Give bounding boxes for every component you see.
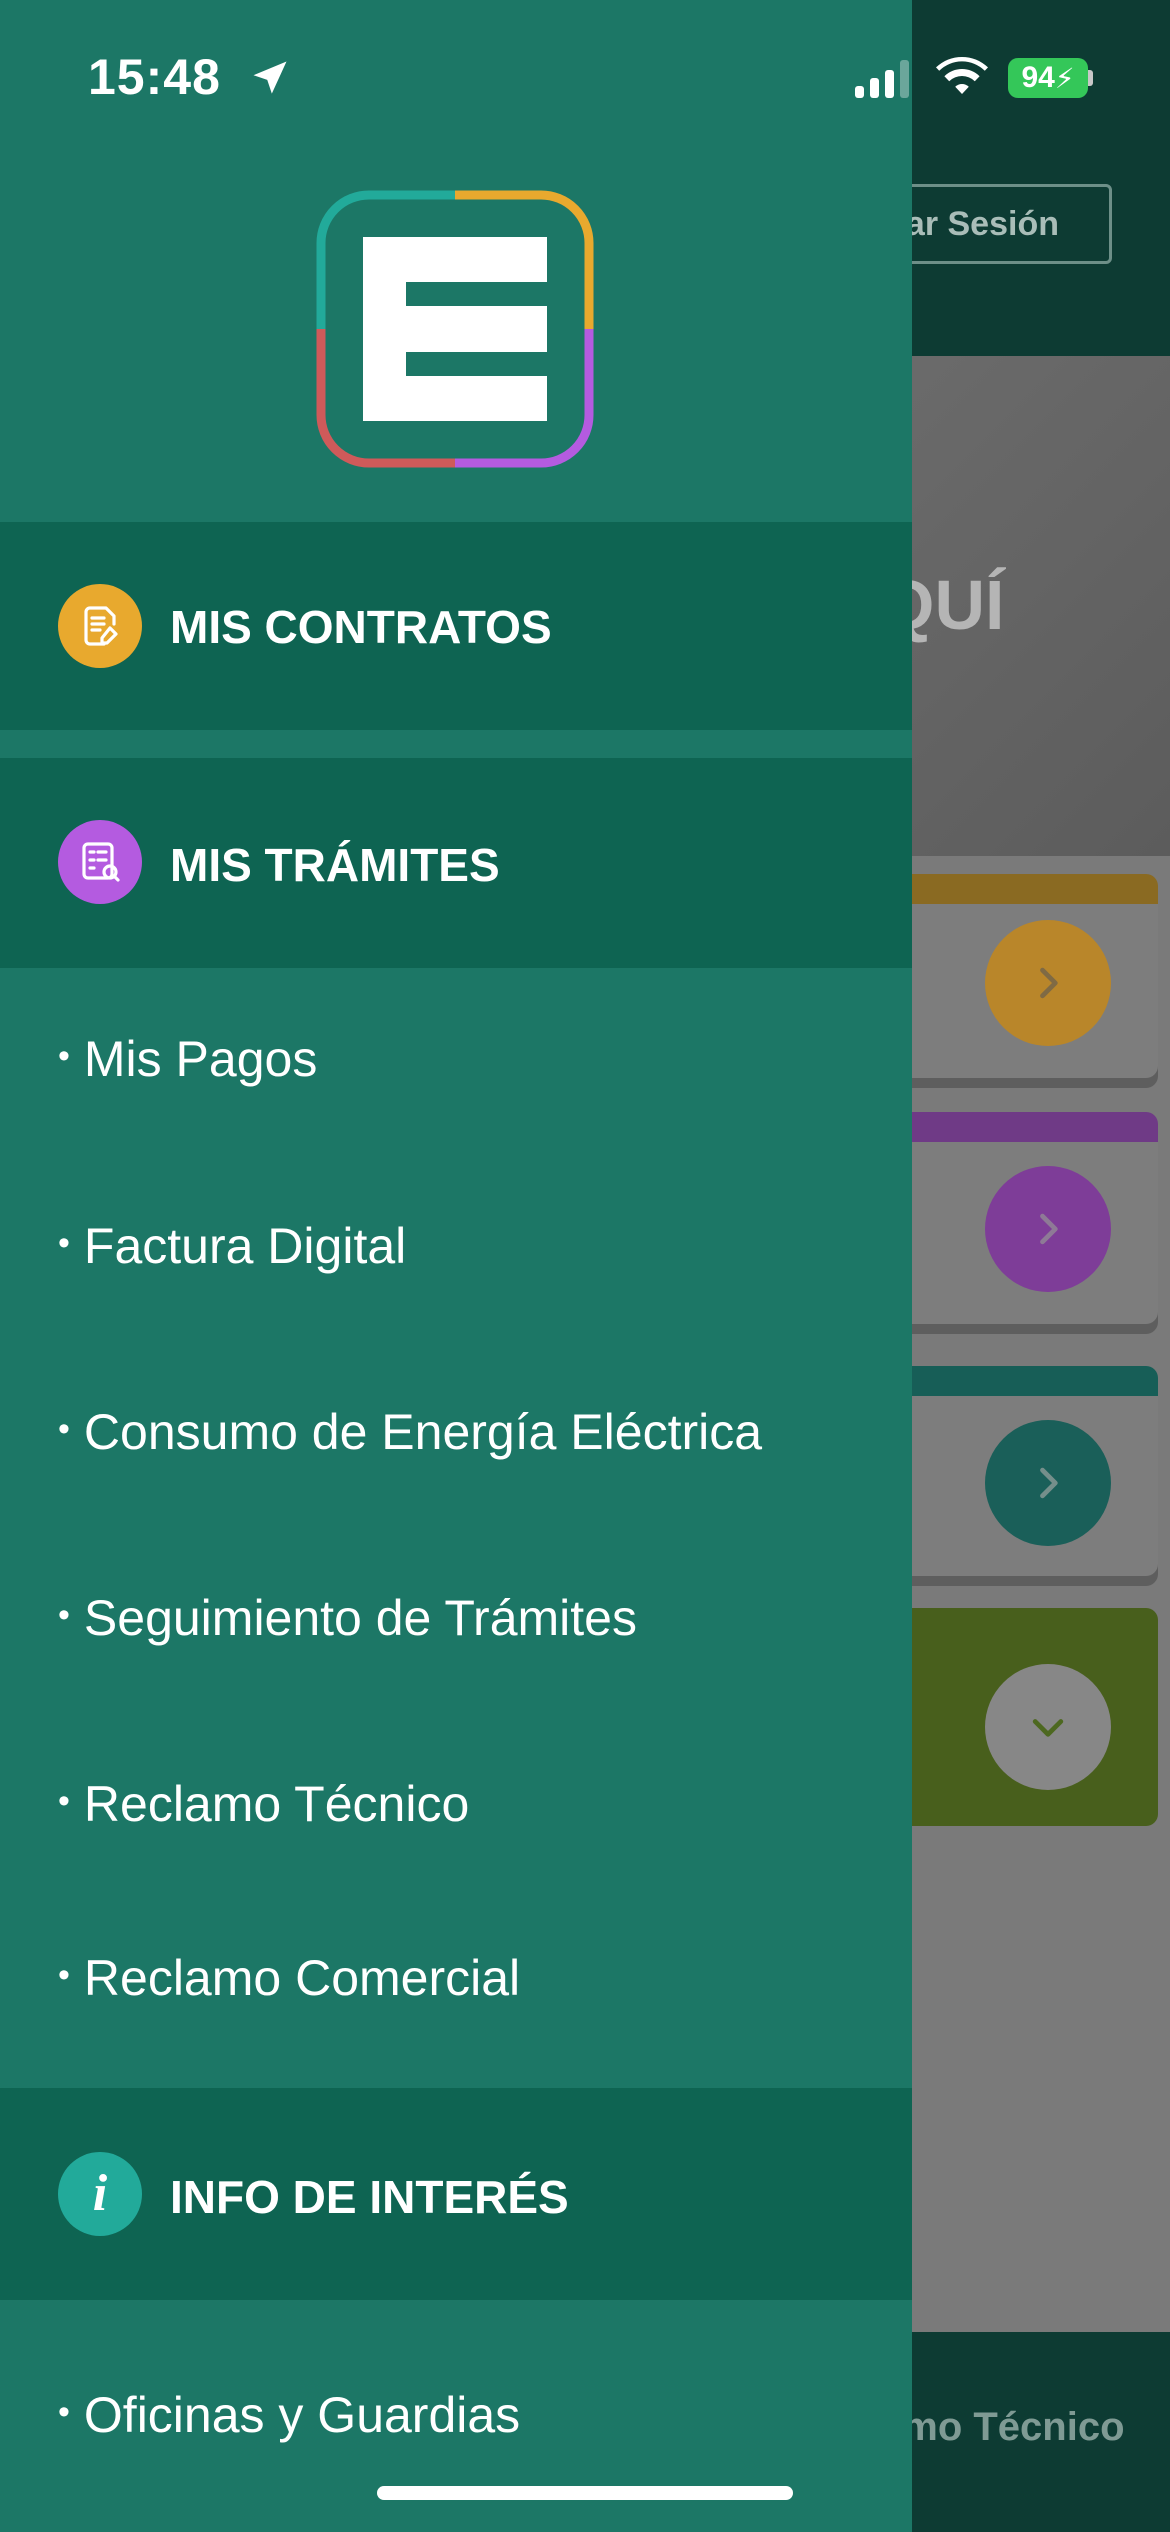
menu-item-reclamo-tecnico[interactable]: • Reclamo Técnico — [58, 1775, 469, 1833]
chevron-right-icon[interactable] — [985, 920, 1111, 1046]
navigation-drawer: MIS CONTRATOS MIS TRÁMITES • Mis Pagos • F… — [0, 0, 912, 2532]
section-label: MIS TRÁMITES — [170, 839, 500, 891]
location-arrow-icon — [253, 61, 287, 94]
menu-item-consumo-energia[interactable]: • Consumo de Energía Eléctrica — [58, 1403, 762, 1461]
section-mis-contratos[interactable]: MIS CONTRATOS — [0, 522, 912, 730]
chevron-down-icon[interactable] — [985, 1664, 1111, 1790]
menu-item-reclamo-comercial[interactable]: • Reclamo Comercial — [58, 1949, 520, 2007]
cellular-signal-icon — [855, 58, 909, 98]
info-icon: i — [58, 2152, 142, 2236]
wifi-icon — [936, 56, 988, 94]
chevron-right-icon[interactable] — [985, 1166, 1111, 1292]
battery-tip — [1088, 70, 1093, 86]
contract-edit-icon — [58, 584, 142, 668]
menu-item-oficinas-guardias[interactable]: • Oficinas y Guardias — [58, 2386, 520, 2444]
status-time: 15:48 — [88, 49, 221, 105]
app-logo — [316, 190, 594, 468]
battery-level: 94 — [1021, 61, 1055, 94]
background-footer-label[interactable]: amo Técnico — [880, 2405, 1125, 2450]
section-mis-tramites[interactable]: MIS TRÁMITES — [0, 758, 912, 968]
status-bar: 15:48 94 ⚡ — [0, 0, 1170, 150]
home-indicator[interactable] — [377, 2486, 793, 2500]
chevron-right-icon[interactable] — [985, 1420, 1111, 1546]
menu-item-factura-digital[interactable]: • Factura Digital — [58, 1217, 406, 1275]
section-label: MIS CONTRATOS — [170, 601, 552, 653]
section-label: INFO DE INTERÉS — [170, 2171, 569, 2223]
menu-item-mis-pagos[interactable]: • Mis Pagos — [58, 1030, 317, 1088]
menu-item-seguimiento-tramites[interactable]: • Seguimiento de Trámites — [58, 1589, 637, 1647]
section-info-interes[interactable]: i INFO DE INTERÉS — [0, 2088, 912, 2300]
document-search-icon — [58, 820, 142, 904]
battery-icon: 94 ⚡ — [1008, 58, 1088, 98]
